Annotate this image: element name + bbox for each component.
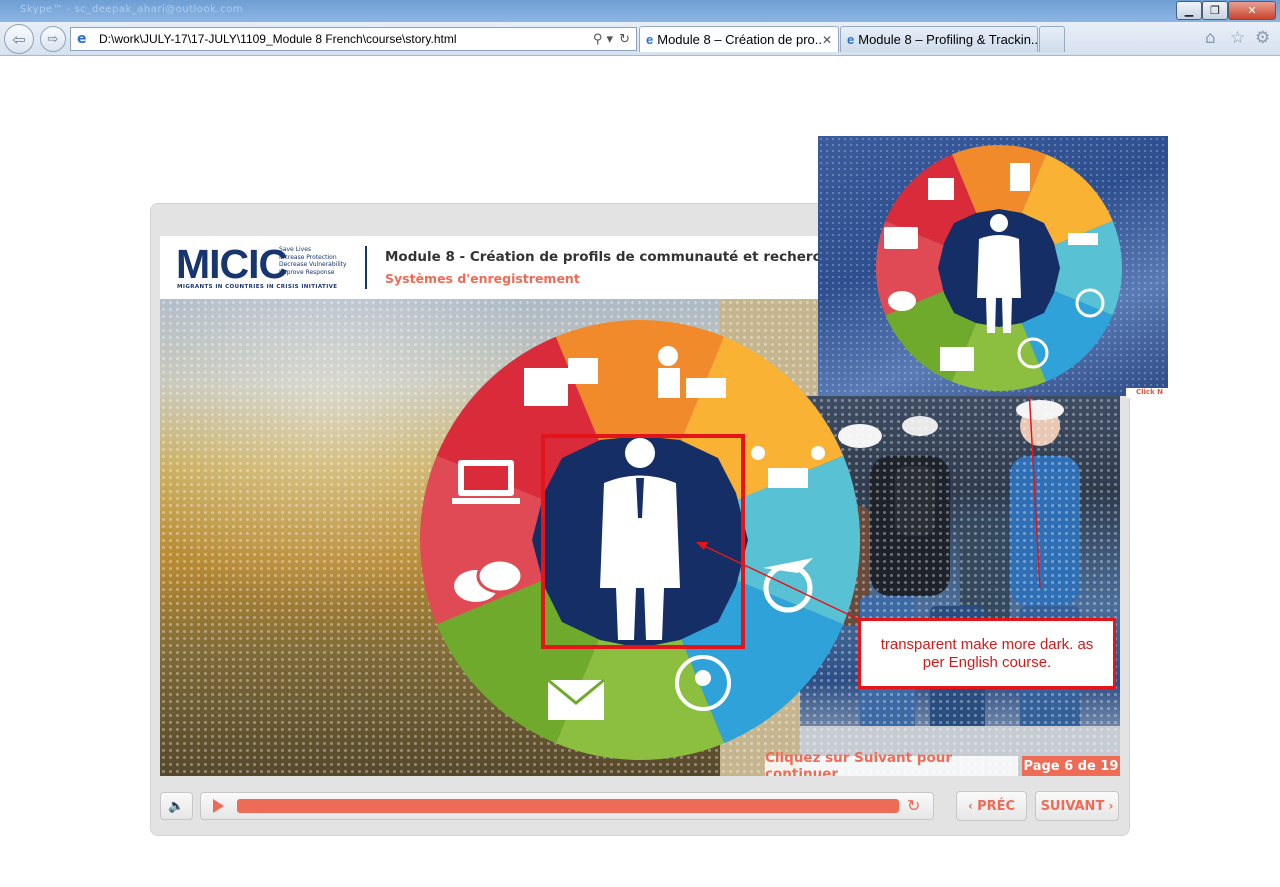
forward-icon: ⇨ xyxy=(47,31,59,47)
refresh-icon[interactable]: ↻ xyxy=(619,32,630,47)
chevron-right-icon: › xyxy=(1104,799,1114,813)
address-bar[interactable]: e D:\work\JULY-17\17-JULY\1109_Module 8 … xyxy=(70,27,637,51)
back-icon: ⇦ xyxy=(12,29,26,49)
inset-chat-icon xyxy=(888,291,916,311)
next-label: SUIVANT xyxy=(1040,798,1105,814)
inset-icon-wheel xyxy=(876,145,1122,391)
replay-icon[interactable]: ↻ xyxy=(907,796,920,815)
inset-laptop-icon xyxy=(884,227,918,249)
chevron-left-icon: ‹ xyxy=(967,799,978,813)
forward-button[interactable]: ⇨ xyxy=(40,26,66,52)
close-button[interactable]: ✕ xyxy=(1228,1,1276,20)
address-url[interactable]: D:\work\JULY-17\17-JULY\1109_Module 8 Fr… xyxy=(99,32,593,46)
inset-building-icon xyxy=(928,178,954,200)
continue-instruction: Cliquez sur Suivant pour continuer xyxy=(765,750,1018,776)
tab-module8-french[interactable]: e Module 8 – Création de pro... ✕ xyxy=(639,26,839,52)
inset-envelope-icon xyxy=(940,347,974,371)
tab-label: Module 8 – Profiling & Trackin... xyxy=(858,32,1037,47)
window-title: Skype™ - sc_deepak_ahari@outlook.com xyxy=(20,4,243,15)
prev-label: PRÉC xyxy=(977,798,1016,814)
review-comment: transparent make more dark. as per Engli… xyxy=(858,618,1116,689)
english-course-reference-image xyxy=(818,136,1168,396)
ie-tab-icon: e xyxy=(847,32,855,47)
page-indicator: Page 6 de 19 xyxy=(1022,756,1120,776)
prev-button[interactable]: ‹ PRÉC xyxy=(956,791,1027,821)
inset-workers-icon xyxy=(1010,163,1030,191)
search-icon[interactable]: ⚲ ▾ xyxy=(593,32,613,47)
ie-page-icon: e xyxy=(77,31,87,47)
tab-close-icon[interactable]: ✕ xyxy=(822,33,832,47)
back-button[interactable]: ⇦ xyxy=(4,24,34,54)
play-button[interactable] xyxy=(213,799,224,813)
gear-icon[interactable]: ⚙ xyxy=(1255,28,1270,48)
star-icon[interactable]: ☆ xyxy=(1230,28,1245,48)
browser-navbar: ⇦ ⇨ e D:\work\JULY-17\17-JULY\1109_Modul… xyxy=(0,22,1280,56)
tab-label: Module 8 – Création de pro... xyxy=(657,32,822,47)
inset-meeting-icon xyxy=(1068,233,1098,245)
progress-bar[interactable] xyxy=(237,799,899,813)
window-titlebar: Skype™ - sc_deepak_ahari@outlook.com ▁ ❐… xyxy=(0,0,1280,22)
speaker-icon: 🔈 xyxy=(168,798,185,814)
new-tab-button[interactable] xyxy=(1039,26,1065,52)
tab-module8-english[interactable]: e Module 8 – Profiling & Trackin... xyxy=(840,26,1038,52)
next-button[interactable]: SUIVANT › xyxy=(1035,791,1119,821)
maximize-button[interactable]: ❐ xyxy=(1202,1,1228,20)
ie-tab-icon: e xyxy=(646,32,654,47)
home-icon[interactable]: ⌂ xyxy=(1205,28,1216,48)
volume-button[interactable]: 🔈 xyxy=(160,792,193,820)
seekbar-container: ↻ xyxy=(200,792,934,820)
inset-strip-label: Click N xyxy=(1126,388,1168,398)
minimize-button[interactable]: ▁ xyxy=(1176,1,1202,20)
